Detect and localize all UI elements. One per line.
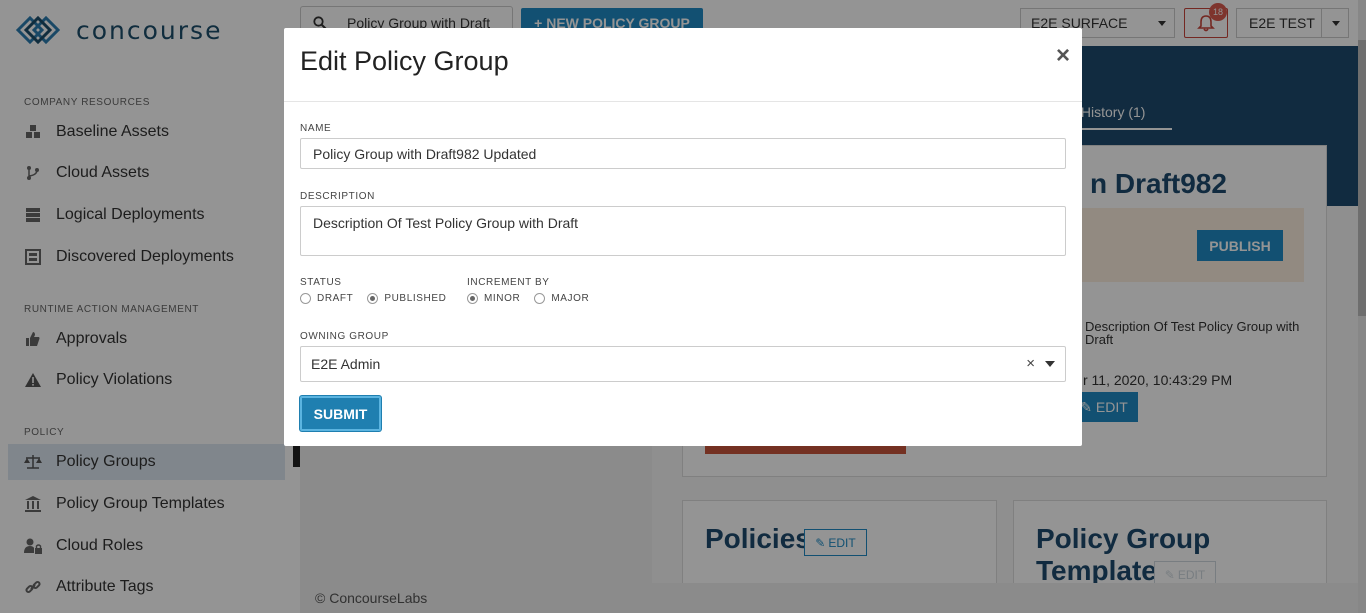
- owning-group-value: E2E Admin: [311, 356, 381, 372]
- chevron-down-icon[interactable]: [1045, 361, 1055, 367]
- submit-button[interactable]: SUBMIT: [300, 396, 381, 431]
- radio-button[interactable]: [367, 293, 379, 304]
- modal-header: Edit Policy Group ×: [284, 28, 1082, 102]
- clear-icon[interactable]: ×: [1026, 355, 1035, 372]
- edit-policy-group-modal: Edit Policy Group × NAME DESCRIPTION Des…: [284, 28, 1082, 446]
- radio-button[interactable]: [534, 293, 546, 304]
- description-label: DESCRIPTION: [300, 191, 375, 202]
- status-radio-group: DRAFT PUBLISHED: [300, 293, 460, 304]
- radio-button[interactable]: [467, 293, 478, 304]
- radio-label: MAJOR: [551, 293, 590, 304]
- increment-major-option[interactable]: MAJOR: [534, 293, 589, 304]
- status-draft-option[interactable]: DRAFT: [300, 293, 353, 304]
- increment-label: INCREMENT BY: [467, 277, 550, 288]
- radio-button[interactable]: [300, 293, 311, 304]
- increment-minor-option[interactable]: MINOR: [467, 293, 520, 304]
- close-icon[interactable]: ×: [1056, 42, 1070, 70]
- owning-group-select[interactable]: E2E Admin ×: [300, 346, 1066, 382]
- radio-label: MINOR: [484, 293, 521, 304]
- radio-label: PUBLISHED: [384, 293, 447, 304]
- status-published-option[interactable]: PUBLISHED: [367, 293, 446, 304]
- increment-radio-group: MINOR MAJOR: [467, 293, 603, 304]
- description-field[interactable]: Description Of Test Policy Group with Dr…: [300, 206, 1066, 256]
- owning-group-label: OWNING GROUP: [300, 331, 389, 342]
- status-label: STATUS: [300, 277, 342, 288]
- name-field[interactable]: [300, 138, 1066, 169]
- name-label: NAME: [300, 123, 332, 134]
- modal-title: Edit Policy Group: [300, 46, 509, 76]
- radio-label: DRAFT: [317, 293, 354, 304]
